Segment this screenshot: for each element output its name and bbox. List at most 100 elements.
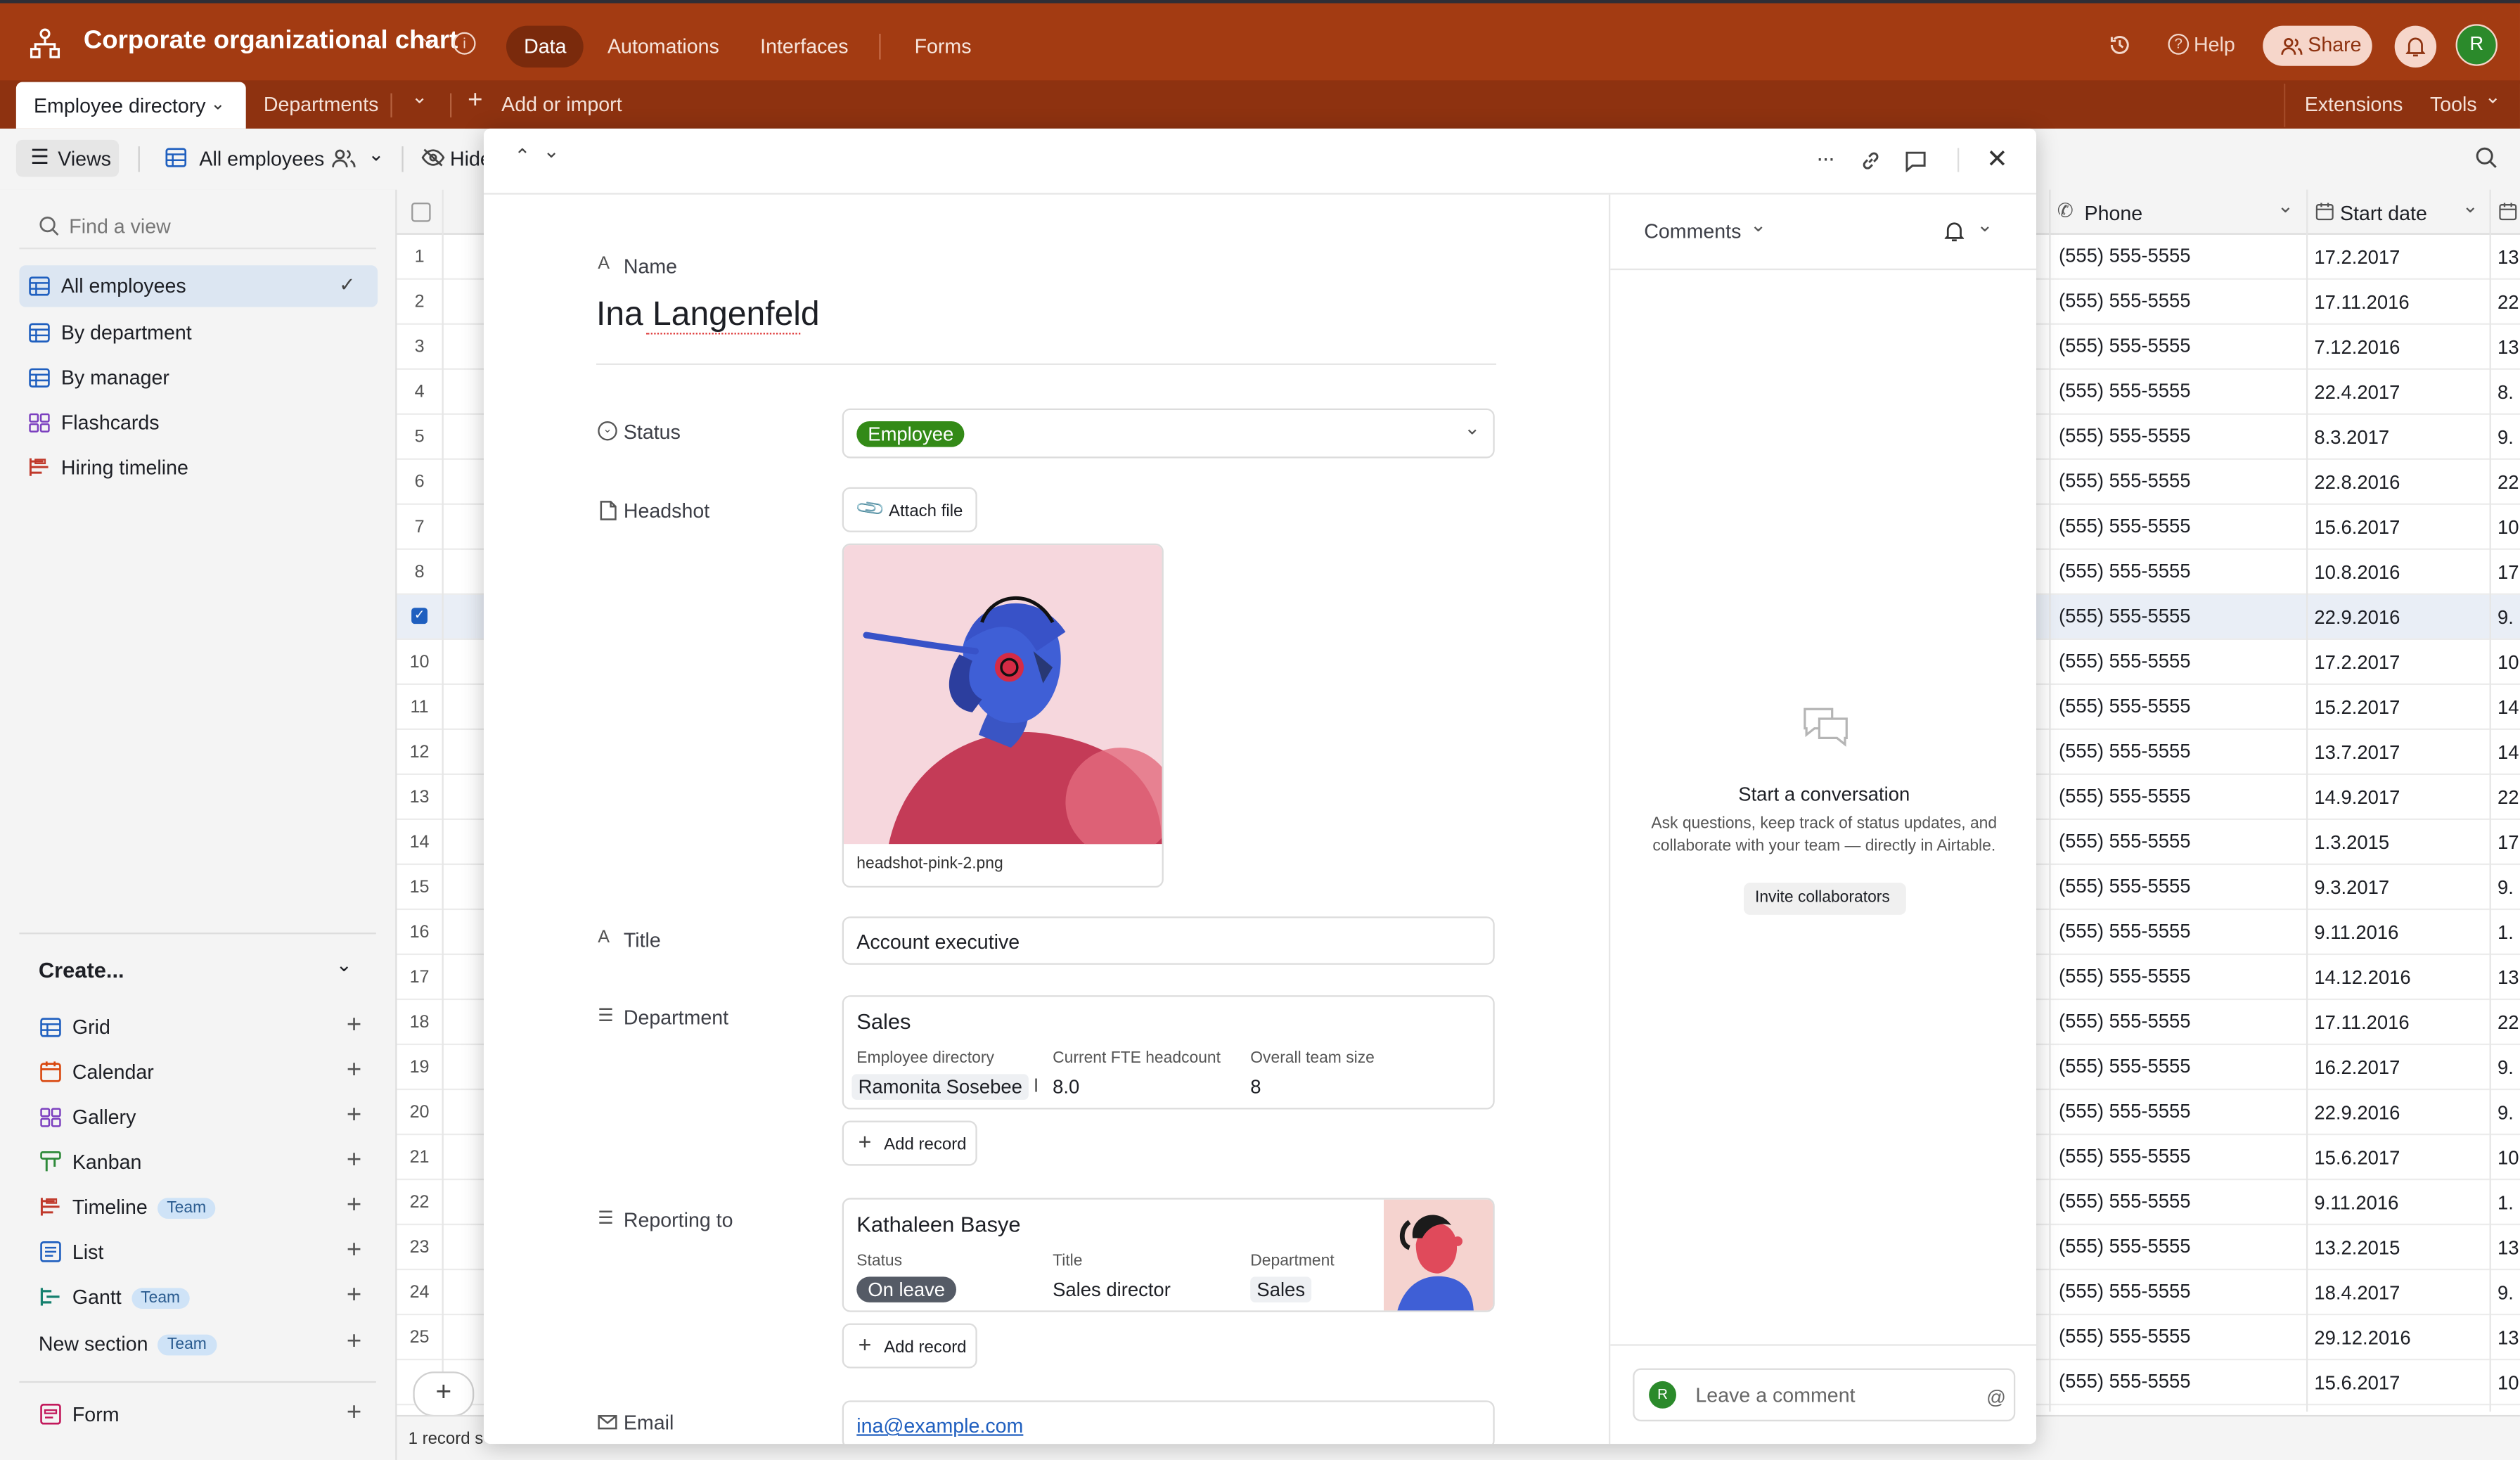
next-column-cell[interactable]: 22	[2498, 1011, 2519, 1034]
start-date-cell[interactable]: 13.2.2015	[2314, 1236, 2400, 1259]
phone-cell[interactable]: (555) 555-5555	[2059, 1145, 2191, 1167]
create-list[interactable]: List +	[19, 1231, 378, 1273]
start-date-cell[interactable]: 15.6.2017	[2314, 516, 2400, 539]
sidebar-view-hiring-timeline[interactable]: Hiring timeline	[19, 447, 378, 489]
phone-cell[interactable]: (555) 555-5555	[2059, 650, 2191, 672]
next-column-cell[interactable]: 13	[2498, 966, 2519, 989]
phone-cell[interactable]: (555) 555-5555	[2059, 785, 2191, 807]
reporting-linked-card[interactable]: Kathaleen Basye Status On leave Title Sa…	[842, 1198, 1495, 1312]
start-date-cell[interactable]: 14.9.2017	[2314, 786, 2400, 809]
current-view-button[interactable]: All employees ⌄	[164, 139, 389, 179]
table-tab-departments[interactable]: Departments	[264, 82, 379, 127]
search-icon[interactable]	[2475, 146, 2498, 169]
sidebar-view-by-department[interactable]: By department	[19, 312, 378, 354]
phone-cell[interactable]: (555) 555-5555	[2059, 965, 2191, 987]
start-date-cell[interactable]: 15.2.2017	[2314, 696, 2400, 719]
status-select[interactable]: Employee ⌄	[842, 408, 1495, 459]
plus-icon[interactable]: +	[347, 1282, 361, 1308]
select-all-checkbox[interactable]	[411, 203, 431, 222]
add-reporting-record-button[interactable]: + Add record	[842, 1323, 977, 1369]
plus-icon[interactable]: +	[347, 1192, 361, 1218]
start-date-cell[interactable]: 7.12.2016	[2314, 336, 2400, 359]
create-form[interactable]: Form +	[19, 1394, 378, 1435]
find-view-search[interactable]: Find a view	[19, 206, 376, 250]
start-date-cell[interactable]: 8.3.2017	[2314, 426, 2389, 449]
next-column-cell[interactable]: 8.	[2498, 381, 2514, 404]
create-grid[interactable]: Grid +	[19, 1006, 378, 1048]
notifications-button[interactable]	[2394, 25, 2437, 68]
next-column-cell[interactable]: 9.	[2498, 1056, 2514, 1079]
attach-file-button[interactable]: 📎 Attach file	[842, 487, 977, 532]
phone-cell[interactable]: (555) 555-5555	[2059, 1280, 2191, 1302]
headshot-image[interactable]	[843, 545, 1162, 845]
start-date-cell[interactable]: 9.11.2016	[2314, 1191, 2398, 1214]
find-view-input[interactable]: Find a view	[69, 215, 171, 238]
start-date-cell[interactable]: 22.9.2016	[2314, 1101, 2400, 1124]
help-link[interactable]: Help	[2194, 34, 2235, 56]
plus-icon[interactable]: +	[347, 1329, 361, 1355]
nav-tab-data[interactable]: Data	[506, 25, 584, 68]
chevron-down-icon[interactable]: ⌄	[2485, 85, 2501, 108]
start-date-cell[interactable]: 17.11.2016	[2314, 1011, 2409, 1034]
next-column-cell[interactable]: 13	[2498, 1236, 2519, 1259]
next-column-cell[interactable]: 9.	[2498, 1281, 2514, 1304]
bell-icon[interactable]	[1944, 220, 1965, 243]
create-gantt[interactable]: Gantt Team +	[19, 1276, 378, 1318]
phone-cell[interactable]: (555) 555-5555	[2059, 1235, 2191, 1257]
next-column-cell[interactable]: 17	[2498, 561, 2519, 584]
add-or-import-button[interactable]: Add or import	[501, 82, 622, 127]
next-column-cell[interactable]: 13	[2498, 1326, 2519, 1349]
next-column-cell[interactable]: 9.	[2498, 876, 2514, 899]
next-column-cell[interactable]: 9.	[2498, 426, 2514, 449]
eye-slash-icon[interactable]	[421, 148, 445, 167]
start-date-cell[interactable]: 9.3.2017	[2314, 876, 2389, 899]
start-date-cell[interactable]: 17.11.2016	[2314, 291, 2409, 314]
phone-cell[interactable]: (555) 555-5555	[2059, 605, 2191, 627]
create-new-section[interactable]: New section Team +	[19, 1324, 378, 1365]
attachment-card[interactable]: headshot-pink-2.png	[842, 543, 1164, 888]
column-header-phone[interactable]: ✆ Phone ⌄	[2049, 189, 2308, 235]
phone-cell[interactable]: (555) 555-5555	[2059, 695, 2191, 717]
next-column-cell[interactable]: 22	[2498, 786, 2519, 809]
phone-cell[interactable]: (555) 555-5555	[2059, 1055, 2191, 1077]
help-icon[interactable]: ?	[2168, 34, 2190, 55]
start-date-cell[interactable]: 17.2.2017	[2314, 246, 2400, 269]
row-checkbox[interactable]: ✓	[411, 608, 428, 625]
phone-cell[interactable]: (555) 555-5555	[2059, 1010, 2191, 1032]
start-date-cell[interactable]: 10.8.2016	[2314, 561, 2400, 584]
start-date-cell[interactable]: 22.4.2017	[2314, 381, 2400, 404]
next-column-cell[interactable]: 10	[2498, 1146, 2519, 1169]
invite-collaborators-button[interactable]: Invite collaborators	[1743, 883, 1906, 915]
phone-cell[interactable]: (555) 555-5555	[2059, 380, 2191, 402]
phone-cell[interactable]: (555) 555-5555	[2059, 1370, 2191, 1392]
next-column-cell[interactable]: 10	[2498, 516, 2519, 539]
nav-tab-interfaces[interactable]: Interfaces	[742, 26, 866, 68]
email-input[interactable]: ina@example.com	[842, 1400, 1495, 1445]
phone-cell[interactable]: (555) 555-5555	[2059, 920, 2191, 942]
comments-filter-label[interactable]: Comments	[1644, 220, 1741, 243]
base-name[interactable]: Corporate organizational chart	[84, 27, 458, 56]
create-kanban[interactable]: Kanban +	[19, 1141, 378, 1183]
start-date-cell[interactable]: 29.12.2016	[2314, 1326, 2410, 1349]
start-date-cell[interactable]: 22.9.2016	[2314, 606, 2400, 629]
share-button[interactable]: Share	[2263, 25, 2372, 66]
chevron-down-icon[interactable]: ⌄	[368, 143, 384, 165]
record-name[interactable]: Ina Langenfeld	[596, 296, 820, 335]
avatar[interactable]: R	[2455, 24, 2498, 66]
next-column-cell[interactable]: 14	[2498, 696, 2519, 719]
start-date-cell[interactable]: 16.2.2017	[2314, 1056, 2400, 1079]
next-column-cell[interactable]: 1.	[2498, 921, 2514, 944]
phone-cell[interactable]: (555) 555-5555	[2059, 1100, 2191, 1122]
email-link[interactable]: ina@example.com	[856, 1415, 1023, 1437]
comment-toggle-icon[interactable]	[1905, 150, 1927, 172]
start-date-cell[interactable]: 17.2.2017	[2314, 651, 2400, 674]
extensions-button[interactable]: Extensions	[2305, 82, 2403, 127]
column-header-start-date[interactable]: Start date ⌄	[2306, 189, 2491, 235]
sidebar-view-by-manager[interactable]: By manager	[19, 357, 378, 399]
next-record-icon[interactable]: ⌄	[544, 140, 560, 162]
phone-cell[interactable]: (555) 555-5555	[2059, 425, 2191, 447]
next-column-cell[interactable]: 10	[2498, 651, 2519, 674]
chevron-down-icon[interactable]: ⌵	[423, 30, 436, 51]
start-date-cell[interactable]: 14.12.2016	[2314, 966, 2410, 989]
info-icon[interactable]: i	[453, 32, 476, 55]
